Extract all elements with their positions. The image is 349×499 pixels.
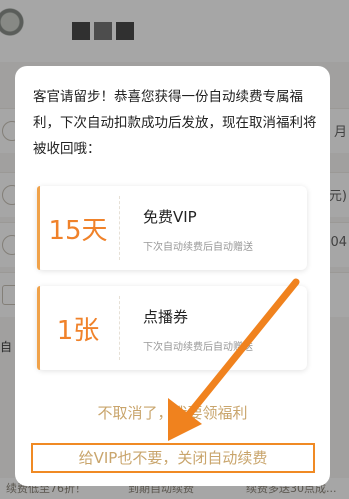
benefit-title: 点播券 — [143, 308, 189, 326]
card-divider — [119, 196, 120, 260]
benefit-amount: 15天 — [48, 215, 108, 246]
card-divider — [119, 296, 120, 360]
benefit-subtitle: 下次自动续费后自动赠送 — [143, 342, 253, 353]
keep-benefits-button[interactable]: 不取消了，我要领福利 — [15, 396, 330, 430]
benefit-card-ticket: 1张 点播券 下次自动续费后自动赠送 — [37, 286, 307, 370]
benefit-amount: 1张 — [56, 315, 100, 346]
benefit-subtitle: 下次自动续费后自动赠送 — [143, 242, 253, 253]
cancel-auto-renew-button[interactable]: 给VIP也不要，关闭自动续费 — [31, 443, 315, 473]
benefit-title: 免费VIP — [143, 208, 197, 226]
benefit-card-vip: 15天 免费VIP 下次自动续费后自动赠送 — [37, 186, 307, 270]
retention-dialog: 客官请留步！恭喜您获得一份自动续费专属福利，下次自动扣款成功后发放，现在取消福利… — [15, 66, 330, 486]
dialog-message: 客官请留步！恭喜您获得一份自动续费专属福利，下次自动扣款成功后发放，现在取消福利… — [33, 89, 317, 157]
